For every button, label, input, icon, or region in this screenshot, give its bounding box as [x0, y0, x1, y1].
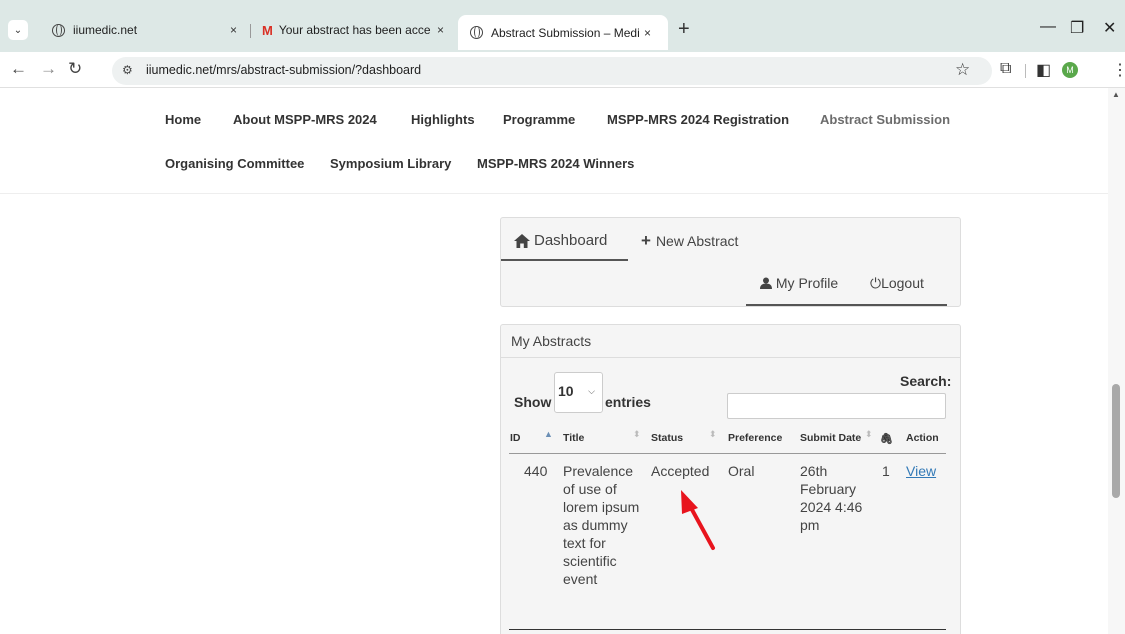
search-input[interactable] [727, 393, 946, 419]
cell-preference: Oral [728, 463, 755, 479]
web-page: Home About MSPP-MRS 2024 Highlights Prog… [0, 88, 1108, 634]
page-scrollbar[interactable]: ▲ [1108, 88, 1125, 634]
new-tab-button[interactable]: + [678, 18, 690, 41]
browser-menu-icon[interactable]: ⋮ [1112, 60, 1125, 80]
sort-icon[interactable]: ⬍ [633, 429, 641, 440]
close-tab-icon[interactable]: × [437, 23, 444, 37]
bookmark-star-icon[interactable]: ☆ [955, 60, 970, 80]
my-profile-label: My Profile [775, 275, 839, 291]
cell-id: 440 [524, 463, 548, 479]
nav-winners[interactable]: MSPP-MRS 2024 Winners [477, 156, 634, 171]
logout-link[interactable]: ⏻Logout [870, 275, 924, 292]
tab-new-abstract-label: New Abstract [655, 233, 739, 249]
tab-new-abstract[interactable]: + New Abstract [641, 231, 738, 251]
table-row-border [509, 629, 946, 630]
paperclip-icon: 🖇 [880, 433, 894, 445]
table-header-border [509, 453, 946, 454]
panel-heading: My Abstracts [501, 325, 960, 358]
tab-title: Your abstract has been accepted [278, 23, 431, 37]
site-navigation: Home About MSPP-MRS 2024 Highlights Prog… [0, 88, 1108, 194]
entries-length-select[interactable]: 10 ⌵ [554, 372, 603, 413]
sort-icon[interactable]: ⬍ [709, 429, 717, 440]
nav-abstract-submission[interactable]: Abstract Submission [820, 112, 950, 127]
cell-title: Prevalence of use of lorem ipsum as dumm… [563, 463, 640, 587]
entries-length-value: 10 [558, 383, 574, 399]
nav-highlights[interactable]: Highlights [411, 112, 475, 127]
back-icon[interactable]: ← [10, 59, 27, 79]
user-icon [760, 277, 772, 289]
close-tab-icon[interactable]: × [644, 26, 651, 40]
nav-home[interactable]: Home [165, 112, 201, 127]
my-profile-link[interactable]: My Profile [760, 275, 838, 291]
tab-search-chevron-icon[interactable]: ⌄ [8, 20, 28, 40]
address-bar-row: ← → ↻ ⚙ iiumedic.net/mrs/abstract-submis… [0, 52, 1125, 88]
entries-label: entries [605, 394, 651, 410]
nav-registration[interactable]: MSPP-MRS 2024 Registration [607, 112, 789, 127]
sort-icon[interactable]: ⬍ [865, 429, 873, 440]
search-label: Search: [900, 373, 952, 389]
cell-attachments: 1 [882, 463, 890, 479]
active-tab-underline [501, 259, 628, 261]
my-abstracts-panel: My Abstracts Show 10 ⌵ entries Search: I… [500, 324, 961, 634]
tab-separator [250, 24, 251, 38]
globe-icon [52, 23, 65, 37]
annotation-arrow [681, 490, 715, 550]
tab-title: iiumedic.net [73, 23, 138, 37]
col-status-header[interactable]: Status [651, 432, 683, 444]
gmail-icon: M [262, 22, 273, 38]
plus-icon: + [641, 231, 651, 250]
minimize-icon[interactable]: — [1040, 18, 1056, 36]
reload-icon[interactable]: ↻ [68, 59, 82, 79]
col-action-header[interactable]: Action [906, 432, 940, 444]
restore-icon[interactable]: ❐ [1070, 18, 1084, 38]
side-panel-icon[interactable]: ◧ [1036, 60, 1051, 80]
col-title-header[interactable]: Title [563, 432, 584, 444]
col-submit-date-header[interactable]: Submit Date [800, 432, 864, 444]
close-window-icon[interactable]: ✕ [1103, 18, 1116, 38]
nav-programme[interactable]: Programme [503, 112, 575, 127]
dashboard-panel: Dashboard + New Abstract My Profile ⏻Log… [500, 217, 961, 307]
show-label: Show [514, 394, 552, 410]
toolbar-separator [1025, 64, 1026, 78]
profile-avatar[interactable]: M [1062, 62, 1078, 78]
forward-icon[interactable]: → [40, 59, 57, 79]
sort-asc-icon[interactable]: ▲ [544, 429, 553, 439]
extensions-icon[interactable]: ⧉ [1000, 60, 1011, 78]
view-link[interactable]: View [906, 462, 936, 480]
address-bar[interactable]: ⚙ iiumedic.net/mrs/abstract-submission/?… [112, 57, 992, 85]
power-icon: ⏻ [870, 275, 882, 291]
profile-underline [746, 304, 947, 306]
browser-tab[interactable]: M Your abstract has been accepted × [262, 15, 452, 45]
nav-organising-committee[interactable]: Organising Committee [165, 156, 304, 171]
logout-label: Logout [881, 275, 924, 291]
col-id-header[interactable]: ID [510, 432, 521, 444]
cell-submit-date: 26th February 2024 4:46 pm [800, 463, 863, 533]
scroll-up-icon[interactable]: ▲ [1112, 90, 1120, 99]
browser-tab-active[interactable]: Abstract Submission – Medical Sc × [458, 15, 668, 50]
scrollbar-thumb[interactable] [1112, 384, 1120, 498]
col-preference-header[interactable]: Preference [728, 432, 793, 444]
close-tab-icon[interactable]: × [230, 23, 237, 37]
tab-title: Abstract Submission – Medical Sc [491, 25, 639, 40]
url-text[interactable]: iiumedic.net/mrs/abstract-submission/?da… [146, 63, 421, 77]
tab-dashboard-label: Dashboard [534, 232, 608, 249]
browser-tab[interactable]: iiumedic.net × [52, 15, 242, 45]
tab-dashboard[interactable]: Dashboard [514, 232, 607, 249]
nav-about[interactable]: About MSPP-MRS 2024 [233, 112, 377, 127]
nav-symposium-library[interactable]: Symposium Library [330, 156, 451, 171]
globe-icon [470, 26, 483, 39]
browser-tab-bar: ⌄ iiumedic.net × M Your abstract has bee… [0, 0, 1125, 58]
site-settings-icon[interactable]: ⚙ [122, 63, 133, 77]
chevron-down-icon: ⌵ [588, 386, 595, 396]
home-icon [514, 233, 530, 248]
